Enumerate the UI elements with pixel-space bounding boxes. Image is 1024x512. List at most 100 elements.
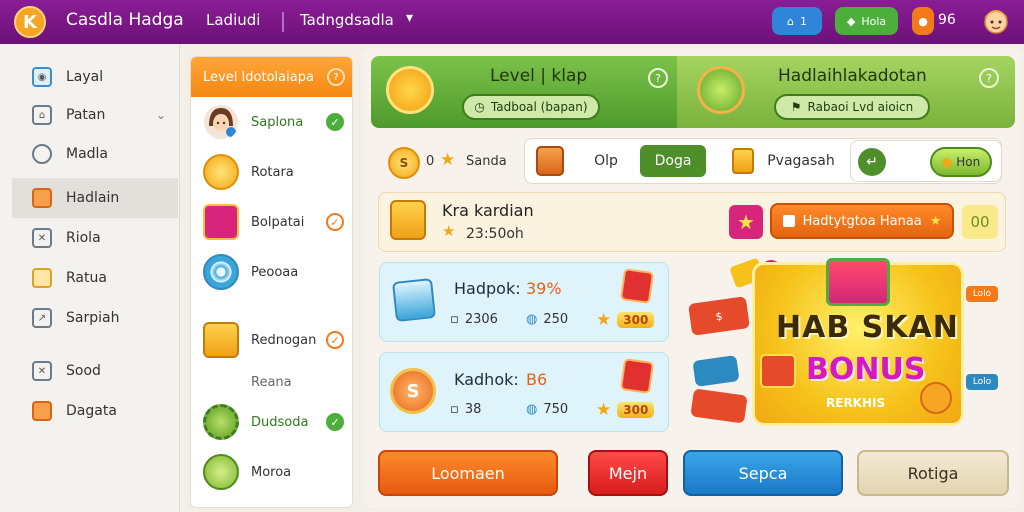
list-item-label: Rotara: [251, 164, 294, 180]
gift-icon: [826, 258, 890, 306]
fire-icon[interactable]: ●: [912, 7, 934, 35]
list-item[interactable]: Peooaa: [191, 247, 352, 297]
stat-card-meta2: 250: [543, 312, 569, 327]
ticket-button[interactable]: ◆ Hola: [835, 7, 898, 35]
home-button[interactable]: ⌂ 1: [772, 7, 822, 35]
nav-divider: [282, 12, 284, 32]
sidebar-item-label: Madla: [66, 146, 109, 162]
help-icon[interactable]: ?: [327, 68, 345, 86]
reward-title: Kra kardian: [442, 201, 534, 220]
coin-icon: S: [390, 368, 436, 414]
check-icon: ✓: [326, 331, 344, 349]
primary-action-button[interactable]: Loomaen: [378, 450, 558, 496]
sidebar-item-madla[interactable]: Madla: [12, 134, 178, 174]
clock-icon: ◷: [474, 100, 485, 114]
sidebar-item-sarpiah[interactable]: ↗ Sarpiah: [12, 298, 178, 338]
sidebar-item-layal[interactable]: ◉ Layal: [12, 57, 178, 97]
list-item[interactable]: Saplona ✓: [191, 97, 352, 147]
reward-timer: 23:50oh: [466, 226, 524, 242]
star-label: Sanda: [466, 154, 507, 169]
coin-icon: ●: [941, 155, 953, 169]
info-icon[interactable]: ?: [648, 68, 668, 88]
sidebar-item-ratua[interactable]: Ratua: [12, 258, 178, 298]
level-list-panel: Level Idotolaiapa ? Saplona ✓ Rotara Bol…: [190, 56, 353, 508]
sidebar-item-hadlain[interactable]: Hadlain: [12, 178, 178, 218]
globe-icon: ◍: [526, 312, 538, 327]
claim-reward-button[interactable]: Hadtytgtoa Hanaa ★: [770, 203, 954, 239]
ticket-icon: [619, 358, 655, 394]
reward-banner-button-label: Rabaoi Lvd aioicn: [807, 100, 914, 114]
side-tag: Lolo: [966, 286, 998, 302]
target-icon: ◉: [32, 67, 52, 87]
sidebar-item-label: Patan: [66, 107, 106, 123]
stat-card-gold-value: 300: [617, 312, 655, 328]
bonus-label: BONUS: [806, 352, 926, 387]
sidebar-item-sood[interactable]: ✕ Sood: [12, 351, 178, 391]
blank-icon: [203, 364, 239, 400]
action-button[interactable]: ● Hon: [930, 147, 992, 177]
list-item-label: Reana: [251, 374, 292, 390]
side-tag: Lolo: [966, 374, 998, 390]
filter-tab-doga[interactable]: Doga: [640, 145, 706, 177]
chat-icon: [32, 144, 52, 164]
filter-tab-olp[interactable]: Olp: [586, 145, 626, 177]
target-icon: [203, 254, 239, 290]
stat-card-meta: ◍ 750: [526, 402, 568, 417]
list-item[interactable]: Moroa: [191, 447, 352, 497]
leaf-badge-icon: [697, 66, 745, 114]
x-icon: ✕: [32, 361, 52, 381]
special-button[interactable]: Sepca: [683, 450, 843, 496]
stat-card-title: Hadpok:: [454, 279, 521, 298]
diamond-icon: [32, 188, 52, 208]
chevron-down-icon[interactable]: ▾: [406, 10, 413, 26]
list-item[interactable]: Dudsoda ✓: [191, 397, 352, 447]
home-icon: ⌂: [787, 14, 794, 28]
list-item[interactable]: Rotara: [191, 147, 352, 197]
arrow-icon[interactable]: ↵: [858, 148, 886, 176]
list-item[interactable]: Bolpatai ✓: [191, 197, 352, 247]
stat-card-meta: ▫ 38: [450, 402, 481, 417]
bonus-subtitle: RERKHIS: [826, 396, 886, 410]
info-icon[interactable]: ?: [979, 68, 999, 88]
user-avatar[interactable]: [980, 4, 1012, 38]
star-icon: ★: [442, 222, 456, 240]
list-item[interactable]: Rednogan ✓: [191, 315, 352, 365]
claim-reward-label: Hadtytgtoa Hanaa: [802, 213, 922, 229]
treasure-icon: [203, 322, 239, 358]
sidebar-item-patan[interactable]: ⌂ Patan ⌄: [12, 95, 178, 135]
leaf-icon: [203, 454, 239, 490]
treasure-icon: [390, 200, 426, 240]
reward-banner-button[interactable]: ⚑ Rabaoi Lvd aioicn: [774, 94, 930, 120]
star-icon: ★: [440, 150, 456, 170]
stat-card-title: Kadhok:: [454, 370, 519, 389]
sun-icon: [386, 66, 434, 114]
chevron-down-icon[interactable]: ⌄: [156, 108, 166, 122]
menu-button[interactable]: Mejn: [588, 450, 668, 496]
bird-icon: [920, 382, 952, 414]
stat-card-percent: 39%: [526, 279, 562, 298]
sidebar-item-label: Layal: [66, 69, 104, 85]
ticket-icon: [619, 268, 655, 304]
app-title: Casdla Hadga: [66, 10, 184, 30]
secondary-button[interactable]: Rotiga: [857, 450, 1009, 496]
sidebar-item-label: Dagata: [66, 403, 117, 419]
filter-tab-pvagasah[interactable]: Pvagasah: [766, 145, 836, 177]
stat-card-gold: ★ 300: [596, 400, 655, 420]
diamond-icon: [32, 401, 52, 421]
ticket-icon: [760, 354, 796, 388]
sidebar-item-riola[interactable]: ✕ Riola: [12, 218, 178, 258]
stat-card-gold: ★ 300: [596, 310, 655, 330]
gift-box-icon: [203, 204, 239, 240]
action-button-label: Hon: [956, 155, 981, 169]
app-logo[interactable]: K: [14, 6, 46, 38]
reward-banner-title: Hadlaihlakadotan: [778, 66, 927, 86]
nav-dropdown[interactable]: Tadngdsadla: [300, 11, 394, 29]
gear-icon: [203, 404, 239, 440]
bonus-title: HAB SKAN: [776, 310, 959, 345]
card-icon: [732, 148, 754, 174]
level-banner-button-label: Tadboal (bapan): [490, 100, 588, 114]
coin-icon: [203, 154, 239, 190]
sidebar-item-dagata[interactable]: Dagata: [12, 391, 178, 431]
level-banner-button[interactable]: ◷ Tadboal (bapan): [462, 94, 600, 120]
nav-link-primary[interactable]: Ladiudi: [206, 11, 260, 29]
